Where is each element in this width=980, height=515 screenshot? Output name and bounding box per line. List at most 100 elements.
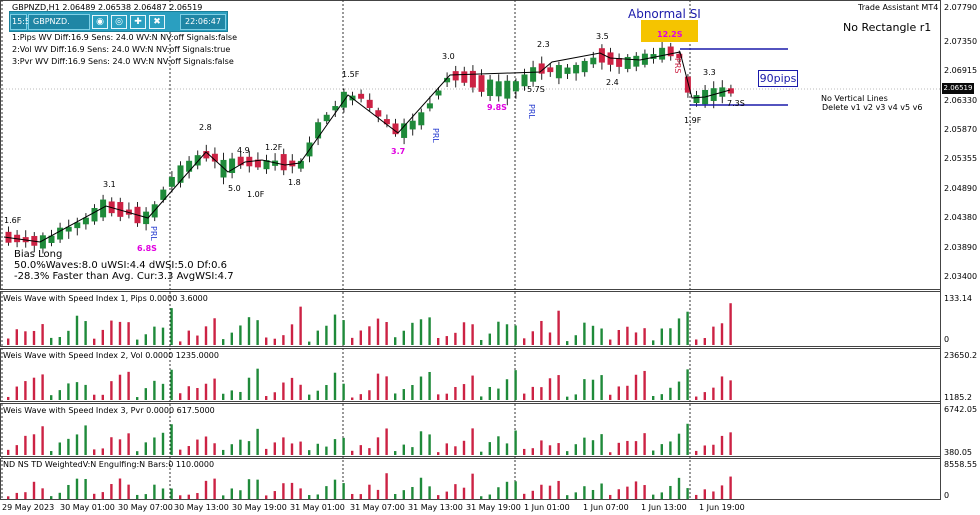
candle-body (332, 106, 339, 111)
histogram-bar (480, 396, 483, 400)
wave-label: 2.8 (199, 123, 212, 132)
histogram-bar (136, 397, 139, 400)
candle-body (478, 75, 485, 92)
histogram-bar (41, 324, 44, 345)
wave-label: 1.6F (4, 216, 22, 225)
histogram-bar (566, 451, 569, 455)
histogram-bar (247, 479, 251, 499)
histogram-bar (652, 494, 655, 499)
histogram-bar (213, 443, 216, 455)
histogram-bar (93, 493, 96, 499)
histogram-bar (290, 377, 294, 400)
histogram-bar (144, 442, 147, 455)
vertical-lines-delete[interactable]: Delete v1 v2 v3 v4 v5 v6 (822, 103, 923, 113)
histogram-bar (41, 426, 44, 455)
histogram-bar (7, 396, 10, 400)
histogram-bar (669, 387, 672, 400)
histogram-bar (729, 476, 732, 499)
price-label: 2.05355 (944, 154, 978, 163)
histogram-bar (574, 492, 577, 499)
subwindow-4-title: ND NS TD WeightedV:N Engulfing:N Bars:0 … (3, 460, 215, 469)
histogram-bar (591, 440, 595, 455)
time-axis-label: 31 May 01:00 (290, 503, 345, 512)
histogram-bar (591, 325, 595, 345)
histogram-bar (273, 338, 276, 345)
histogram-bar (273, 491, 276, 499)
candle-body (504, 80, 511, 99)
histogram-bar (118, 374, 122, 400)
histogram-bar (695, 396, 698, 400)
histogram-bar (204, 436, 208, 455)
histogram-bar (445, 336, 448, 345)
histogram-bar (471, 428, 474, 455)
histogram-bar (617, 489, 620, 499)
histogram-bar (50, 337, 53, 345)
histogram-bar (402, 389, 405, 400)
histogram-bar (445, 491, 448, 499)
histogram-bar (531, 331, 534, 345)
histogram-bar (290, 443, 294, 455)
crosshair-icon[interactable]: ✚ (130, 15, 146, 29)
candle-body (461, 71, 468, 83)
histogram-bar (239, 391, 242, 400)
histogram-bar (695, 339, 698, 345)
histogram-bar (454, 446, 457, 455)
time-axis-label: 30 May 01:00 (60, 503, 115, 512)
histogram-bar (179, 449, 182, 455)
price-label: 2.07350 (944, 37, 978, 46)
candle-body (598, 48, 605, 63)
camera-icon[interactable]: ◉ (92, 15, 108, 29)
histogram-bar (316, 494, 319, 499)
time-axis-label: 30 May 19:00 (232, 503, 287, 512)
histogram-bar (686, 369, 689, 400)
histogram-bar (376, 373, 380, 400)
histogram-bar (24, 331, 27, 345)
candle-body (693, 95, 700, 104)
candle-body (82, 217, 89, 225)
histogram-bar (222, 449, 225, 455)
histogram-bar (385, 376, 388, 400)
histogram-bar (187, 386, 190, 400)
eye-icon[interactable]: ◎ (111, 15, 127, 29)
histogram-bar (15, 492, 18, 499)
wave-label: 3.0 (442, 52, 455, 61)
histogram-bar (58, 492, 61, 499)
pips-measure[interactable]: 90pips (758, 70, 798, 87)
candle-body (375, 110, 382, 117)
histogram-bar (385, 473, 388, 499)
histogram-bar (299, 306, 302, 345)
histogram-bar (428, 434, 431, 455)
histogram-bar (84, 384, 87, 400)
histogram-bar (101, 394, 104, 400)
histogram-bar (583, 379, 586, 400)
histogram-bar (282, 483, 285, 499)
histogram-bar (256, 479, 259, 499)
histogram-bar (437, 452, 440, 455)
histogram-bar (566, 396, 569, 400)
histogram-bar (144, 388, 147, 400)
histogram-bar (600, 375, 603, 400)
histogram-bar (480, 496, 483, 499)
histogram-bar (557, 310, 560, 345)
candle-body (633, 55, 640, 67)
wave-label: 3.3 (703, 68, 716, 77)
histogram-bar (67, 438, 70, 455)
histogram-bar (686, 311, 689, 345)
histogram-bar (703, 445, 706, 455)
wave-label: 2.4 (606, 78, 619, 87)
candle-body (452, 71, 459, 81)
histogram-bar (256, 428, 259, 455)
trade-toolbar[interactable]: 15:5 GBPNZD. ◉ ◎ ✚ ✖ 22:06:47 (9, 11, 228, 32)
symbol-selector[interactable]: GBPNZD. (28, 14, 90, 30)
x-box-icon[interactable]: ✖ (149, 15, 165, 29)
histogram-bar (50, 496, 53, 499)
candle-body (590, 57, 597, 65)
histogram-bar (24, 381, 27, 400)
histogram-bar (230, 488, 233, 499)
histogram-bar (548, 485, 552, 499)
histogram-bar (652, 340, 655, 345)
histogram-bar (703, 392, 706, 400)
histogram-bar (703, 338, 706, 345)
histogram-bar (376, 489, 380, 499)
time-axis-label: 30 May 13:00 (174, 503, 229, 512)
